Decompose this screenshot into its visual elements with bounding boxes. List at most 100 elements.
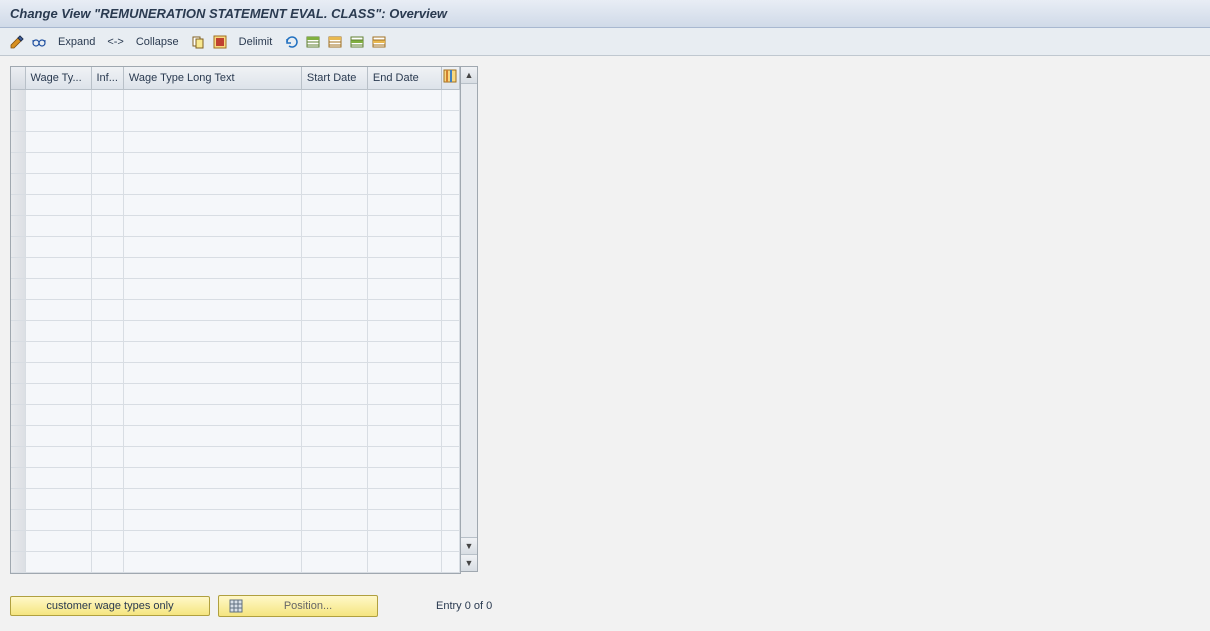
configure-columns-icon[interactable] <box>441 67 459 89</box>
table-cell[interactable] <box>301 110 367 131</box>
table-cell[interactable] <box>123 425 301 446</box>
table-unmark-icon[interactable] <box>370 33 388 51</box>
table-cell[interactable] <box>25 152 91 173</box>
expand-button[interactable]: Expand <box>52 34 101 50</box>
table-cell[interactable] <box>301 215 367 236</box>
table-cell[interactable] <box>367 215 441 236</box>
row-selector[interactable] <box>11 530 25 551</box>
column-header[interactable]: Wage Type Long Text <box>123 67 301 89</box>
table-cell[interactable] <box>301 383 367 404</box>
table-cell[interactable] <box>91 425 123 446</box>
row-selector[interactable] <box>11 215 25 236</box>
table-cell[interactable] <box>25 194 91 215</box>
table-cell[interactable] <box>91 299 123 320</box>
select-all-icon[interactable] <box>211 33 229 51</box>
glasses-icon[interactable] <box>30 33 48 51</box>
table-cell[interactable] <box>25 215 91 236</box>
table-cell[interactable] <box>25 236 91 257</box>
table-cell[interactable] <box>123 215 301 236</box>
table-cell[interactable] <box>91 215 123 236</box>
table-cell[interactable] <box>367 320 441 341</box>
table-cell[interactable] <box>123 152 301 173</box>
table-cell[interactable] <box>301 467 367 488</box>
table-cell[interactable] <box>25 320 91 341</box>
table-cell[interactable] <box>123 131 301 152</box>
table-cell[interactable] <box>25 425 91 446</box>
table-cell[interactable] <box>367 173 441 194</box>
table-cell[interactable] <box>25 89 91 110</box>
row-selector[interactable] <box>11 89 25 110</box>
table-cell[interactable] <box>91 173 123 194</box>
table-cell[interactable] <box>91 194 123 215</box>
row-selector[interactable] <box>11 467 25 488</box>
table-cell[interactable] <box>123 509 301 530</box>
table-cell[interactable] <box>91 488 123 509</box>
table-cell[interactable] <box>123 446 301 467</box>
table-cell[interactable] <box>123 320 301 341</box>
row-selector[interactable] <box>11 194 25 215</box>
table-cell[interactable] <box>123 341 301 362</box>
table-cell[interactable] <box>91 551 123 572</box>
table-cell[interactable] <box>123 383 301 404</box>
table-cell[interactable] <box>367 131 441 152</box>
row-selector[interactable] <box>11 404 25 425</box>
table-cell[interactable] <box>301 194 367 215</box>
row-selector[interactable] <box>11 320 25 341</box>
table-cell[interactable] <box>367 278 441 299</box>
row-selector[interactable] <box>11 446 25 467</box>
table-cell[interactable] <box>91 110 123 131</box>
table-cell[interactable] <box>301 446 367 467</box>
table-cell[interactable] <box>301 299 367 320</box>
table-cell[interactable] <box>367 194 441 215</box>
table-cell[interactable] <box>91 446 123 467</box>
table-cell[interactable] <box>91 320 123 341</box>
table-cell[interactable] <box>367 488 441 509</box>
delimit-button[interactable]: Delimit <box>233 34 279 50</box>
table-cell[interactable] <box>301 509 367 530</box>
table-cell[interactable] <box>25 362 91 383</box>
row-selector[interactable] <box>11 551 25 572</box>
table-cell[interactable] <box>123 404 301 425</box>
table-cell[interactable] <box>25 404 91 425</box>
table-corner[interactable] <box>11 67 25 89</box>
table-cell[interactable] <box>91 278 123 299</box>
table-cell[interactable] <box>91 236 123 257</box>
scroll-down-button[interactable]: ▼ <box>461 537 477 554</box>
table-cell[interactable] <box>25 509 91 530</box>
column-header[interactable]: End Date <box>367 67 441 89</box>
row-selector[interactable] <box>11 299 25 320</box>
table-cell[interactable] <box>91 509 123 530</box>
table-cell[interactable] <box>123 467 301 488</box>
table-cell[interactable] <box>301 89 367 110</box>
table-cell[interactable] <box>123 278 301 299</box>
table-cell[interactable] <box>25 257 91 278</box>
table-cell[interactable] <box>25 173 91 194</box>
position-button[interactable]: Position... <box>218 595 378 617</box>
table-deselect-icon[interactable] <box>326 33 344 51</box>
table-cell[interactable] <box>123 173 301 194</box>
table-cell[interactable] <box>367 236 441 257</box>
row-selector[interactable] <box>11 278 25 299</box>
table-cell[interactable] <box>91 89 123 110</box>
column-header[interactable]: Start Date <box>301 67 367 89</box>
table-mark-icon[interactable] <box>348 33 366 51</box>
undo-icon[interactable] <box>282 33 300 51</box>
table-cell[interactable] <box>301 425 367 446</box>
table-cell[interactable] <box>123 110 301 131</box>
table-cell[interactable] <box>123 488 301 509</box>
table-cell[interactable] <box>367 551 441 572</box>
table-cell[interactable] <box>301 152 367 173</box>
row-selector[interactable] <box>11 257 25 278</box>
table-cell[interactable] <box>367 425 441 446</box>
table-cell[interactable] <box>367 530 441 551</box>
table-cell[interactable] <box>123 257 301 278</box>
copy-icon[interactable] <box>189 33 207 51</box>
table-cell[interactable] <box>367 299 441 320</box>
table-cell[interactable] <box>367 257 441 278</box>
table-cell[interactable] <box>91 131 123 152</box>
row-selector[interactable] <box>11 152 25 173</box>
table-cell[interactable] <box>91 467 123 488</box>
table-cell[interactable] <box>301 320 367 341</box>
row-selector[interactable] <box>11 362 25 383</box>
table-cell[interactable] <box>25 110 91 131</box>
